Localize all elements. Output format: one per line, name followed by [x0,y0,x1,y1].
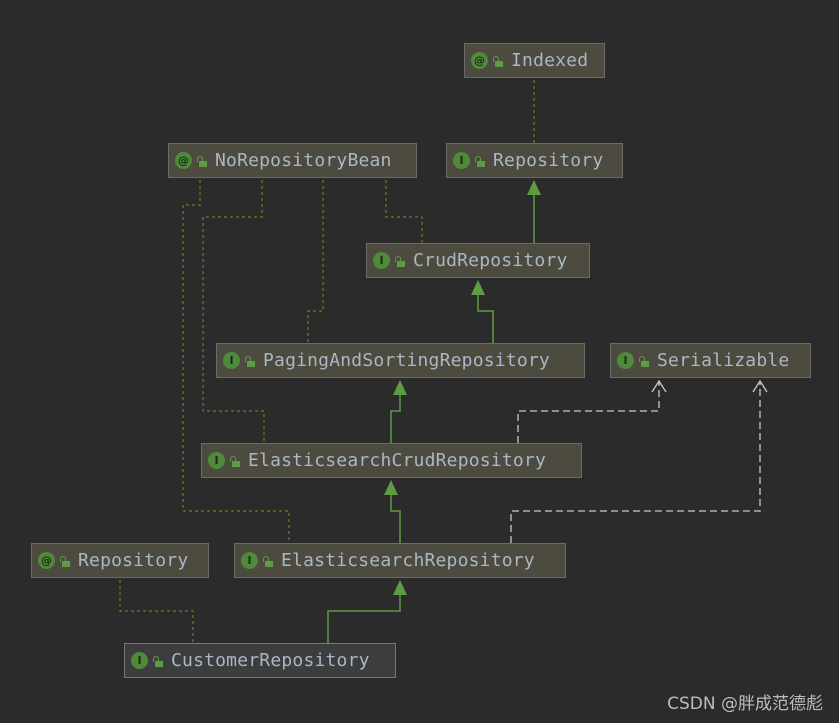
interface-icon: I [617,352,634,369]
public-lock-icon [475,155,485,167]
node-label: Repository [493,150,604,171]
arrow-head-elasticsearchrepository [393,580,407,595]
edge-pagingandsortingrepository-annotated-norepositorybean [307,180,324,343]
public-lock-icon [263,555,273,567]
interface-icon: I [373,252,390,269]
interface-icon: I [241,552,258,569]
public-lock-icon [245,355,255,367]
public-lock-icon [153,655,163,667]
annotation-icon: @ [175,152,192,169]
node-label: PagingAndSortingRepository [263,350,550,371]
arrow-head-crudrepository [471,280,485,295]
public-lock-icon [493,55,503,67]
annotation-icon: @ [471,52,488,69]
node-elasticsearchcrudrepository[interactable]: I ElasticsearchCrudRepository [201,443,582,478]
node-customerrepository[interactable]: I CustomerRepository [124,643,396,678]
public-lock-icon [230,455,240,467]
edge-elasticsearchcrudrepository-annotated-norepositorybean [202,180,265,443]
public-lock-icon [60,555,70,567]
node-serializable[interactable]: I Serializable [610,343,811,378]
node-elasticsearchrepository[interactable]: I ElasticsearchRepository [234,543,566,578]
node-indexed[interactable]: @ Indexed [464,43,605,78]
arrow-head-elasticsearchcrudrepository [384,480,398,495]
interface-icon: I [131,652,148,669]
node-repository-annotation[interactable]: @ Repository [31,543,209,578]
edge-customerrepository-annotated-repository [119,580,194,643]
node-label: Serializable [657,350,790,371]
node-label: Repository [78,550,189,571]
edge-customer-extends-esrepo [327,592,401,643]
node-label: NoRepositoryBean [215,150,392,171]
interface-icon: I [223,352,240,369]
edge-escrud-implements-serializable [517,381,660,443]
node-label: CustomerRepository [171,650,370,671]
edge-esrepo-extends-escrud [390,492,401,543]
interface-icon: I [453,152,470,169]
node-pagingandsortingrepository[interactable]: I PagingAndSortingRepository [216,343,585,378]
edge-paging-extends-crud [477,292,494,343]
node-label: CrudRepository [413,250,568,271]
annotation-icon: @ [38,552,55,569]
watermark: CSDN @胖成范德彪 [667,694,823,714]
edge-escrud-extends-paging [390,392,401,443]
edge-crudrepository-annotated-norepositorybean [385,180,423,243]
node-label: Indexed [511,50,589,71]
node-label: ElasticsearchRepository [281,550,535,571]
interface-icon: I [208,452,225,469]
public-lock-icon [197,155,207,167]
public-lock-icon [639,355,649,367]
arrow-head-repository [527,180,541,195]
node-norepositorybean[interactable]: @ NoRepositoryBean [168,143,417,178]
public-lock-icon [395,255,405,267]
node-label: ElasticsearchCrudRepository [248,450,546,471]
arrow-head-pagingandsortingrepository [393,380,407,395]
node-repository-interface[interactable]: I Repository [446,143,623,178]
node-crudrepository[interactable]: I CrudRepository [366,243,590,278]
